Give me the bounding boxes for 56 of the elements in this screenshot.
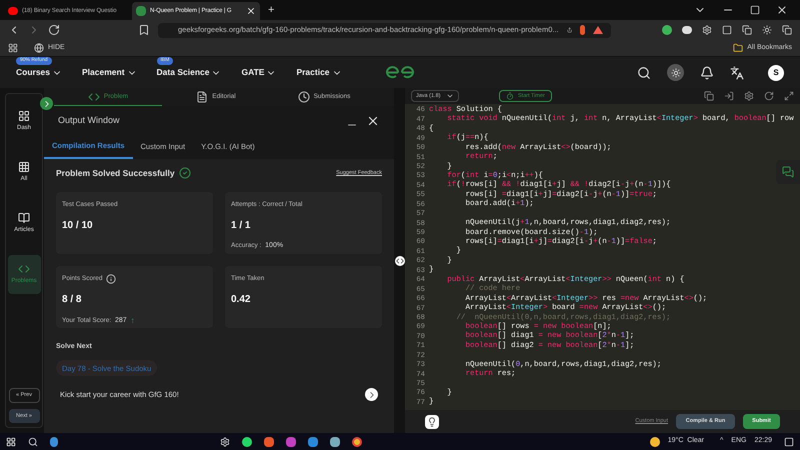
chat-button[interactable] bbox=[776, 160, 800, 184]
nav-menu[interactable]: GATE bbox=[241, 66, 276, 79]
clock-icon bbox=[298, 91, 310, 103]
reset-icon[interactable] bbox=[764, 91, 774, 101]
document-icon bbox=[196, 91, 208, 103]
timer-icon bbox=[506, 92, 514, 100]
start-icon[interactable] bbox=[6, 436, 16, 446]
tabs-icon[interactable] bbox=[742, 25, 752, 35]
apps-icon[interactable] bbox=[8, 43, 18, 53]
app-icon[interactable] bbox=[330, 436, 340, 446]
translate-icon[interactable] bbox=[730, 66, 744, 80]
grid-icon bbox=[18, 161, 30, 173]
app-icon[interactable] bbox=[50, 436, 58, 446]
stat-value: 1 / 1 bbox=[231, 218, 252, 232]
stat-value: 0.42 bbox=[231, 292, 252, 306]
copy-icon[interactable] bbox=[704, 91, 714, 101]
chat-icon bbox=[782, 166, 794, 178]
check-icon bbox=[178, 167, 191, 180]
dashboard-icon bbox=[18, 110, 30, 122]
search-icon[interactable] bbox=[28, 436, 38, 446]
import-icon[interactable] bbox=[724, 91, 734, 101]
globe-icon bbox=[34, 43, 44, 53]
close-icon[interactable] bbox=[776, 4, 788, 16]
new-tab-button[interactable]: + bbox=[268, 2, 274, 18]
code-icon bbox=[396, 256, 404, 264]
code-icon bbox=[88, 90, 100, 102]
extensions-icon[interactable] bbox=[702, 25, 712, 35]
splitter-handle[interactable] bbox=[394, 256, 404, 266]
restore-icon[interactable] bbox=[750, 5, 760, 15]
window-title: Output Window bbox=[58, 114, 120, 127]
search-icon[interactable] bbox=[637, 66, 651, 80]
book-icon bbox=[18, 212, 30, 224]
site-icon bbox=[136, 6, 146, 16]
next-arrow-button[interactable] bbox=[365, 388, 378, 402]
stat-value: 8 / 8 bbox=[62, 292, 82, 307]
code-icon bbox=[18, 263, 30, 275]
nav-menu[interactable]: Practice bbox=[296, 66, 342, 79]
stat-value: 10 / 10 bbox=[62, 218, 94, 232]
reload-icon[interactable] bbox=[48, 24, 60, 36]
theme-toggle[interactable] bbox=[667, 64, 684, 81]
code-editor[interactable] bbox=[405, 104, 800, 410]
status-text: Problem Solved Successfully bbox=[56, 167, 175, 180]
app-icon[interactable] bbox=[286, 436, 296, 446]
up-arrow: ↑ bbox=[130, 314, 135, 327]
folder-icon bbox=[733, 43, 744, 53]
fullscreen-icon[interactable] bbox=[784, 91, 794, 101]
share-icon[interactable] bbox=[566, 25, 572, 35]
close-icon[interactable] bbox=[246, 6, 256, 16]
lightbulb-button[interactable] bbox=[425, 414, 439, 428]
chevron-down-icon bbox=[446, 92, 454, 100]
nav-menu[interactable]: Placement bbox=[82, 66, 137, 79]
sun-icon bbox=[670, 68, 680, 78]
user-avatar[interactable]: S bbox=[768, 64, 784, 80]
logo-icon[interactable] bbox=[385, 66, 415, 79]
bookmark-icon[interactable] bbox=[138, 24, 150, 36]
lightbulb-icon bbox=[427, 416, 437, 426]
